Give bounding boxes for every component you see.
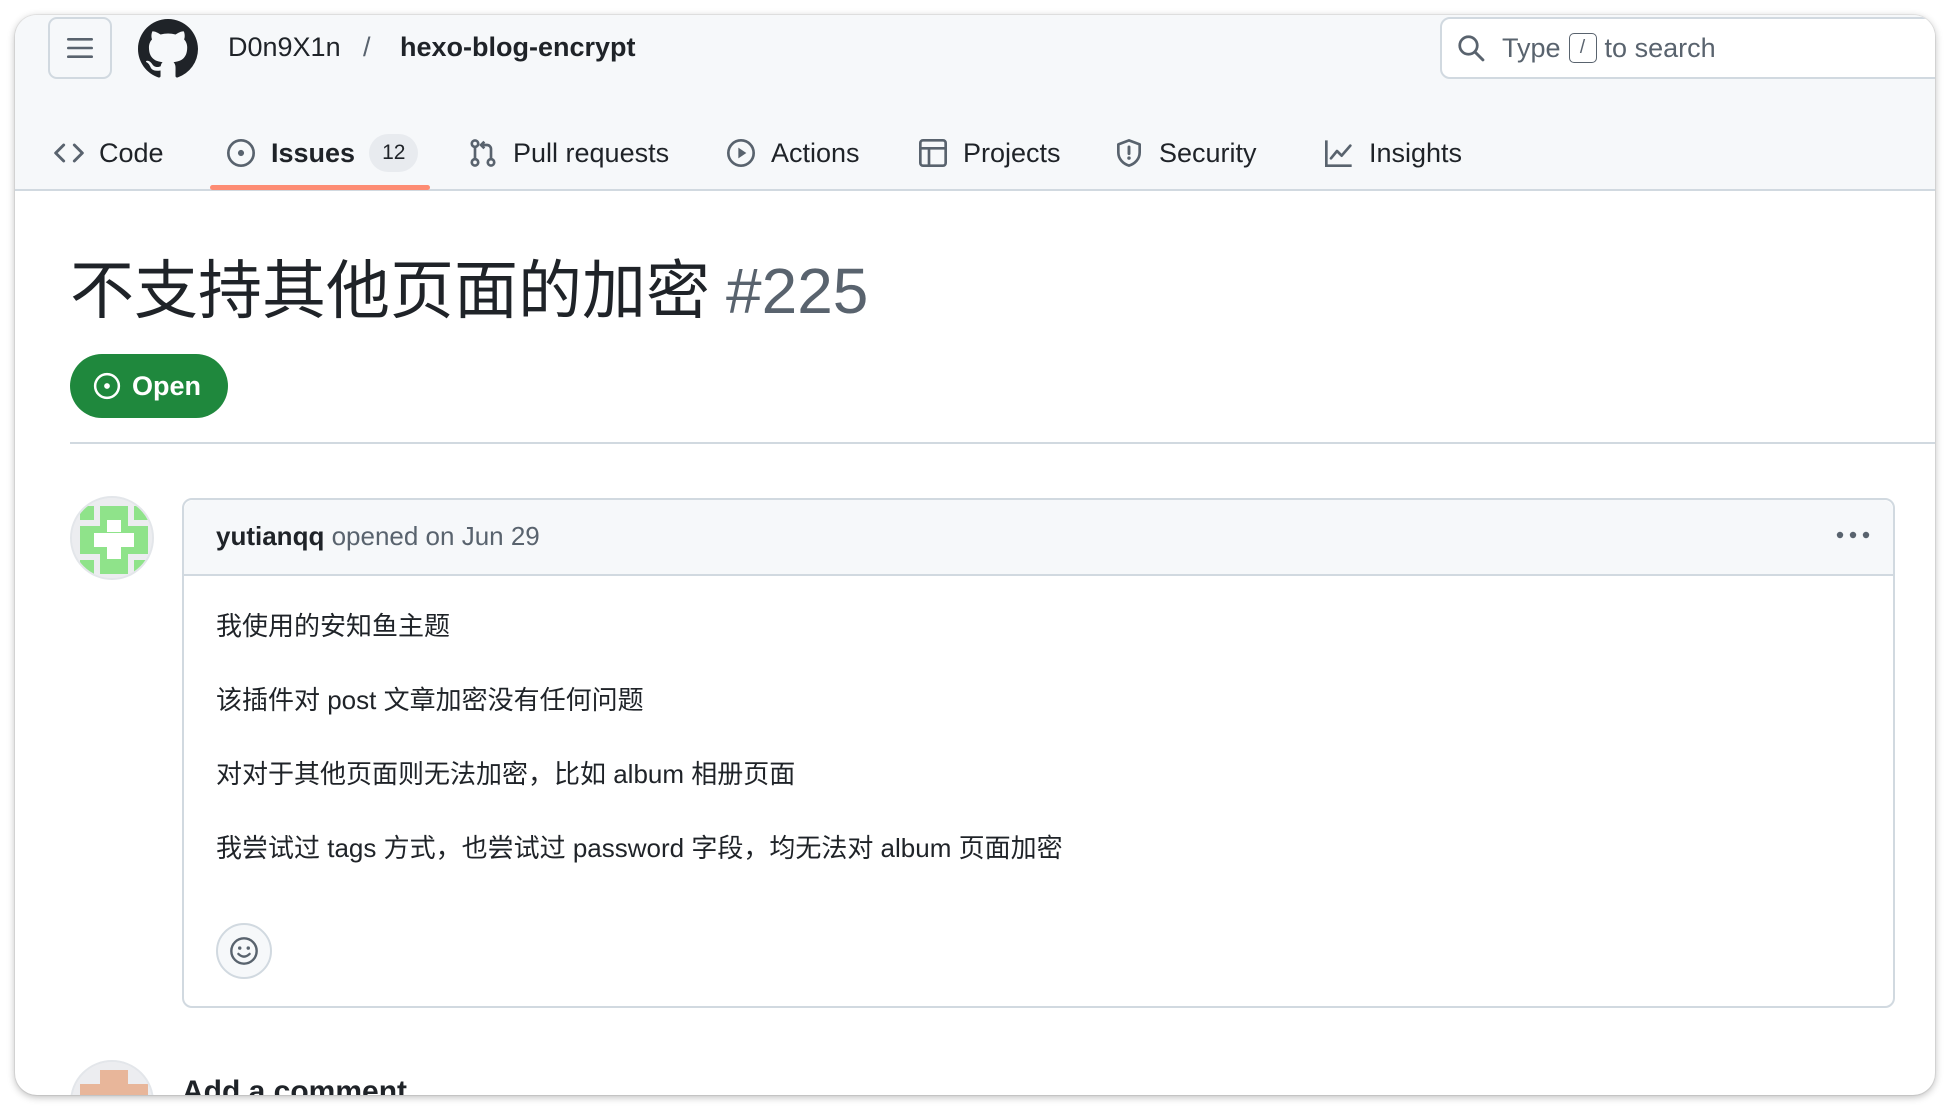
tab-actions[interactable]: Actions <box>725 133 860 173</box>
search-placeholder-prefix: Type <box>1502 32 1561 63</box>
play-icon <box>727 139 755 167</box>
comment-header: yutianqq opened on Jun 29 <box>184 500 1893 576</box>
comment-paragraph: 该插件对 post 文章加密没有任何问题 <box>216 685 644 715</box>
issue-opened-icon <box>93 372 121 400</box>
search-input[interactable]: Type / to search <box>1440 17 1935 79</box>
comment-paragraph: 我使用的安知鱼主题 <box>216 611 451 641</box>
comment-body: 我使用的安知鱼主题 该插件对 post 文章加密没有任何问题 对对于其他页面则无… <box>216 609 1063 905</box>
tab-label: Pull requests <box>513 137 670 168</box>
active-tab-indicator <box>210 185 430 190</box>
issue-title-text: 不支持其他页面的加密 <box>70 255 710 327</box>
comment-author[interactable]: yutianqq <box>216 521 324 551</box>
tab-projects[interactable]: Projects <box>917 133 1061 173</box>
status-badge: Open <box>70 354 228 418</box>
breadcrumb-repo[interactable]: hexo-blog-encrypt <box>400 30 636 64</box>
search-placeholder-suffix: to search <box>1604 32 1716 63</box>
shield-icon <box>1117 139 1141 167</box>
search-shortcut-key: / <box>1568 33 1597 63</box>
tab-label: Insights <box>1369 137 1463 168</box>
smiley-icon <box>230 937 258 965</box>
add-reaction-button[interactable] <box>216 923 272 979</box>
repo-nav-tabs: Code Issues 12 Pull requests Actions Pro… <box>15 115 1935 191</box>
hamburger-icon <box>67 38 93 58</box>
browser-frame: D0n9X1n / hexo-blog-encrypt Type / to se… <box>15 15 1935 1095</box>
tab-label: Projects <box>963 137 1061 168</box>
divider <box>70 442 1935 444</box>
graph-icon <box>1325 140 1352 167</box>
issue-comment: yutianqq opened on Jun 29 我使用的安知鱼主题 该插件对… <box>182 498 1895 1008</box>
menu-button[interactable] <box>48 17 112 79</box>
identicon-avatar-icon <box>72 1062 152 1095</box>
tab-code[interactable]: Code <box>53 133 164 173</box>
issue-number: #225 <box>726 255 869 327</box>
avatar[interactable] <box>70 496 154 580</box>
tab-issues[interactable]: Issues 12 <box>225 133 419 173</box>
repo-header: D0n9X1n / hexo-blog-encrypt Type / to se… <box>15 15 1935 191</box>
tab-label: Issues <box>271 137 356 168</box>
avatar <box>70 1060 154 1095</box>
issue-opened-icon <box>227 139 255 167</box>
comment-action: opened on Jun 29 <box>331 521 540 551</box>
comment-paragraph: 我尝试过 tags 方式，也尝试过 password 字段，均无法对 album… <box>216 833 1063 863</box>
add-comment-heading: Add a comment <box>182 1075 408 1095</box>
breadcrumb-owner[interactable]: D0n9X1n <box>228 30 341 64</box>
comment-paragraph: 对对于其他页面则无法加密，比如 album 相册页面 <box>216 759 796 789</box>
code-icon <box>54 143 84 163</box>
tab-label: Security <box>1159 137 1257 168</box>
comment-options-button[interactable] <box>1831 518 1875 552</box>
search-icon <box>1458 35 1485 62</box>
status-label: Open <box>132 370 202 401</box>
git-pull-request-icon <box>470 139 496 167</box>
github-logo-icon[interactable] <box>138 19 198 79</box>
tab-label: Actions <box>771 137 860 168</box>
breadcrumb-separator: / <box>363 32 371 62</box>
issue-title: 不支持其他页面的加密 #225 <box>70 251 868 331</box>
tab-security[interactable]: Security <box>1113 133 1257 173</box>
identicon-avatar-icon <box>72 498 152 578</box>
table-icon <box>919 139 947 167</box>
comment-meta: yutianqq opened on Jun 29 <box>216 521 540 552</box>
tab-insights[interactable]: Insights <box>1323 133 1462 173</box>
kebab-horizontal-icon <box>1836 531 1870 539</box>
tab-pull-requests[interactable]: Pull requests <box>467 133 669 173</box>
tab-label: Code <box>99 137 164 168</box>
issues-count-badge: 12 <box>369 134 419 172</box>
